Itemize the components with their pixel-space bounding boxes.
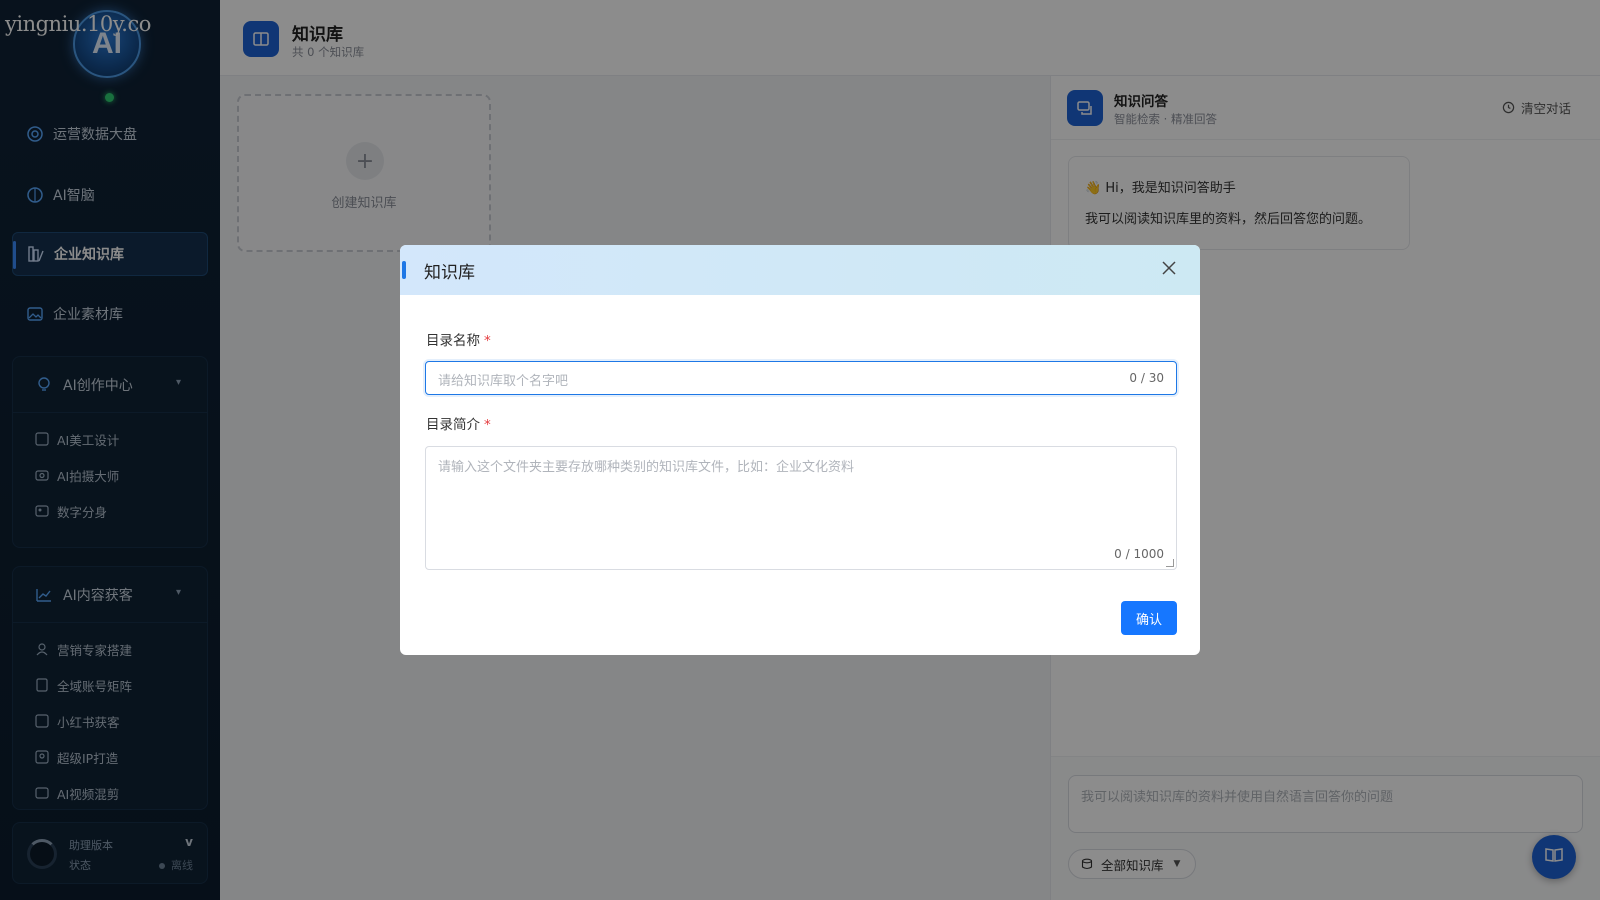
required-mark: *: [484, 333, 491, 349]
directory-description-label: 目录简介 *: [426, 413, 491, 433]
close-button[interactable]: [1158, 259, 1180, 281]
close-icon: [1162, 261, 1176, 279]
confirm-button[interactable]: 确认: [1121, 601, 1177, 635]
dialog-header: 知识库: [400, 245, 1200, 295]
create-knowledge-base-dialog: 知识库 目录名称 * 请给知识库取个名字吧 0 / 30 目录简介 * 请输入这个文…: [400, 245, 1200, 655]
directory-description-label-text: 目录简介: [426, 417, 480, 433]
directory-description-counter: 0 / 1000: [1114, 547, 1164, 561]
resize-handle-icon[interactable]: [1166, 559, 1174, 567]
directory-name-label: 目录名称 *: [426, 329, 491, 349]
required-mark: *: [484, 417, 491, 433]
directory-description-placeholder: 请输入这个文件夹主要存放哪种类别的知识库文件，比如：企业文化资料: [438, 460, 855, 475]
dialog-title: 知识库: [424, 263, 475, 283]
directory-name-counter: 0 / 30: [1129, 371, 1164, 385]
directory-description-textarea[interactable]: 请输入这个文件夹主要存放哪种类别的知识库文件，比如：企业文化资料 0 / 100…: [425, 446, 1177, 570]
directory-name-input[interactable]: 请给知识库取个名字吧 0 / 30: [425, 361, 1177, 395]
directory-name-placeholder: 请给知识库取个名字吧: [438, 374, 569, 389]
directory-name-label-text: 目录名称: [426, 333, 480, 349]
